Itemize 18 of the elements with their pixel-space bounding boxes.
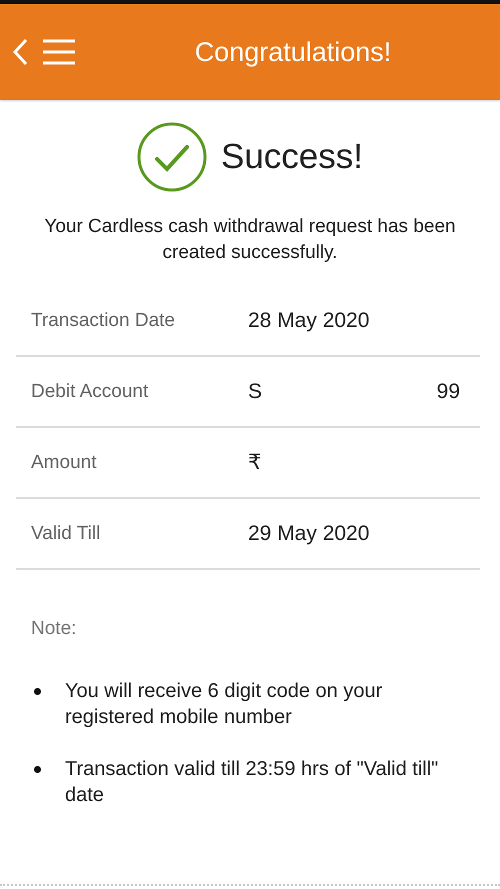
detail-label: Valid Till: [31, 522, 102, 544]
note-item: You will receive 6 digit code on your registered mobile number: [65, 679, 384, 730]
detail-value: S: [248, 380, 262, 404]
check-circle-icon: [137, 122, 207, 192]
page-title: Congratulations!: [194, 36, 392, 68]
detail-value: 28 May 2020: [248, 308, 370, 332]
detail-label: Debit Account: [31, 380, 150, 402]
bullet-icon: [34, 766, 41, 773]
status-title: Success!: [221, 137, 363, 177]
detail-label: Amount: [31, 452, 98, 474]
detail-label: Transaction Date: [31, 310, 176, 332]
detail-value: 29 May 2020: [248, 522, 370, 546]
note-title: Note:: [31, 618, 78, 640]
detail-value: 99: [436, 380, 460, 404]
bullet-icon: [34, 688, 41, 695]
success-message: Your Cardless cash withdrawal request has been created successfully.: [43, 215, 457, 265]
note-item: Transaction valid till 23:59 hrs of "Valid till" date: [65, 757, 440, 808]
detail-value: ₹: [248, 450, 262, 475]
